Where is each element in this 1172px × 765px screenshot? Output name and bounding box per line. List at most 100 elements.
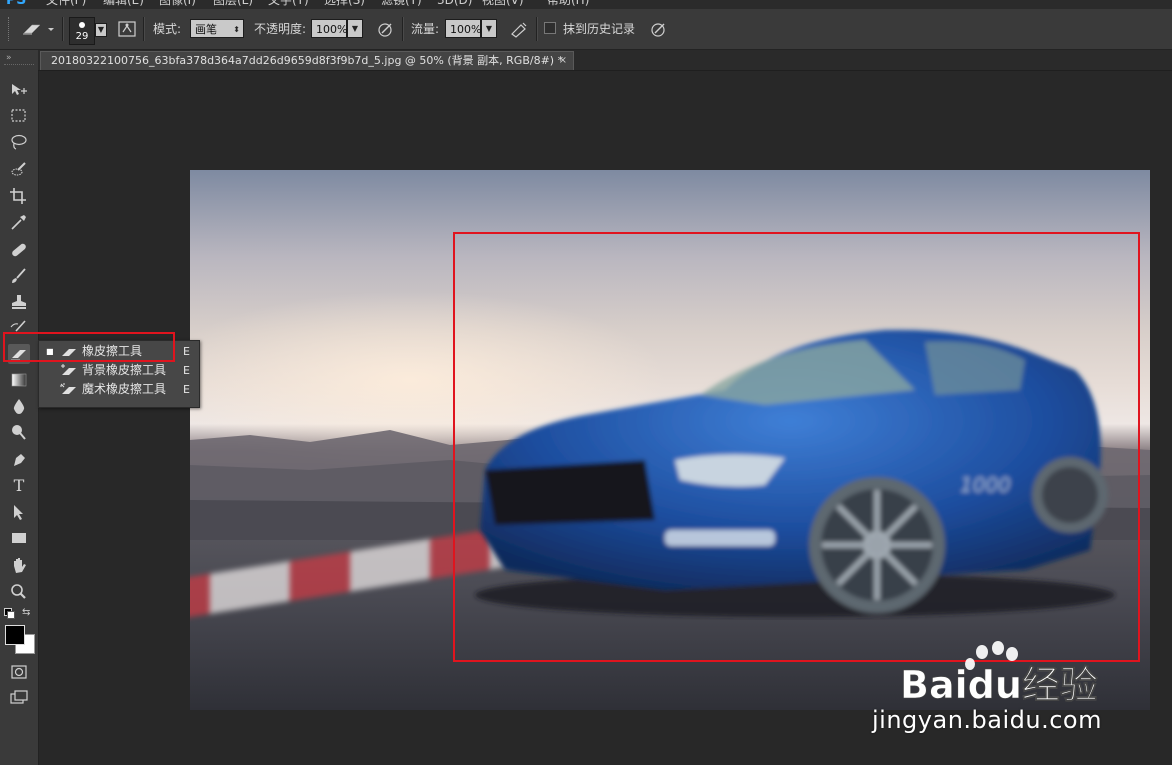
tools-panel: » T ⇆: [0, 50, 39, 765]
magic-eraser-icon: [60, 383, 76, 394]
foreground-color-swatch[interactable]: [5, 625, 25, 645]
lasso-icon: [11, 134, 27, 150]
updown-arrow-icon: ⬍: [233, 25, 240, 34]
zoom-tool[interactable]: [8, 582, 30, 602]
watermark-url: jingyan.baidu.com: [872, 706, 1102, 734]
marquee-tool[interactable]: [8, 106, 30, 126]
brush-panel-icon: [118, 21, 136, 37]
arrow-cursor-icon: [14, 505, 23, 520]
dodge-icon: [12, 425, 26, 440]
brush-panel-toggle[interactable]: [117, 20, 137, 38]
menu-bar: PS 文件(F) 编辑(E) 图像(I) 图层(L) 文字(Y) 选择(S) 滤…: [0, 0, 1172, 9]
marquee-icon: [11, 109, 26, 122]
bandage-icon: [12, 243, 26, 257]
pen-icon: [14, 454, 25, 466]
chevron-down-icon: ▼: [485, 24, 493, 33]
document-canvas-image[interactable]: 1000: [190, 170, 1150, 710]
swap-colors-icon[interactable]: ⇆: [22, 607, 30, 618]
quick-mask-button[interactable]: [8, 662, 30, 682]
watermark-logo-text: Baidu经验: [900, 663, 1098, 707]
brush-preset-picker[interactable]: 29: [69, 17, 95, 45]
tool-preset-picker[interactable]: [20, 20, 60, 38]
hand-tool[interactable]: [8, 556, 30, 576]
crop-icon: [10, 188, 26, 204]
move-icon: [12, 84, 27, 95]
drop-icon: [13, 399, 25, 414]
pressure-size-icon[interactable]: [648, 20, 668, 38]
history-brush-tool[interactable]: [8, 318, 30, 338]
crop-tool[interactable]: [8, 186, 30, 206]
opacity-dropdown-button[interactable]: ▼: [347, 19, 363, 38]
opacity-input[interactable]: 100%: [311, 19, 347, 38]
screen-mode-button[interactable]: [8, 688, 30, 708]
flow-input[interactable]: 100%: [445, 19, 481, 38]
baidu-watermark-logo: Baidu经验: [900, 641, 1098, 707]
app-logo: PS: [6, 0, 27, 8]
menu-help[interactable]: 帮助(H): [547, 0, 589, 9]
gradient-tool[interactable]: [8, 370, 30, 390]
menu-image[interactable]: 图像(I): [159, 0, 196, 9]
mode-value: 画笔: [195, 23, 217, 36]
flow-dropdown-button[interactable]: ▼: [481, 19, 497, 38]
healing-brush-tool[interactable]: [8, 240, 30, 260]
chevron-down-icon: ▼: [97, 25, 105, 34]
menu-select[interactable]: 选择(S): [324, 0, 365, 9]
menu-type[interactable]: 文字(Y): [268, 0, 309, 9]
menu-view[interactable]: 视图(V): [482, 0, 524, 9]
eraser-tool[interactable]: [8, 344, 30, 364]
options-bar: 29 ▼ 模式: 画笔 ⬍ 不透明度: 100% ▼ 流量: 100% ▼ 抹到…: [0, 9, 1172, 50]
brush-tool[interactable]: [8, 266, 30, 286]
opacity-label: 不透明度:: [254, 22, 307, 36]
mode-label: 模式:: [153, 22, 182, 36]
hand-icon: [14, 558, 26, 573]
eraser-icon: [62, 349, 76, 356]
document-tab[interactable]: 20180322100756_63bfa378d364a7dd26d9659d8…: [40, 51, 574, 70]
blur-tool[interactable]: [8, 396, 30, 416]
type-icon: T: [13, 476, 25, 495]
menu-filter[interactable]: 滤镜(T): [381, 0, 422, 9]
menu-edit[interactable]: 编辑(E): [103, 0, 144, 9]
flyout-item-background-eraser[interactable]: 背景橡皮擦工具 E: [39, 361, 199, 380]
eraser-icon: [11, 350, 26, 361]
stamp-tool[interactable]: [8, 292, 30, 312]
flyout-item-eraser[interactable]: ■ 橡皮擦工具 E: [39, 342, 199, 361]
dodge-tool[interactable]: [8, 422, 30, 442]
brush-icon: [12, 268, 26, 283]
blue-car-graphic: 1000: [475, 329, 1115, 617]
move-tool[interactable]: [8, 80, 30, 100]
type-tool[interactable]: T: [8, 476, 30, 496]
default-colors-button[interactable]: [4, 608, 15, 619]
menu-layer[interactable]: 图层(L): [213, 0, 253, 9]
magnifier-icon: [11, 584, 26, 599]
flyout-item-label: 橡皮擦工具: [82, 344, 143, 358]
menu-file[interactable]: 文件(F): [46, 0, 86, 9]
airbrush-icon[interactable]: [509, 20, 529, 38]
quick-mask-icon: [11, 665, 27, 679]
options-grip[interactable]: [8, 17, 12, 41]
eraser-icon: [23, 24, 54, 35]
brush-dropdown-button[interactable]: ▼: [95, 23, 107, 37]
flyout-item-magic-eraser[interactable]: 魔术橡皮擦工具 E: [39, 380, 199, 399]
background-eraser-icon: [61, 364, 76, 375]
brush-size: 29: [75, 31, 89, 42]
quick-select-icon: [11, 162, 26, 176]
close-icon[interactable]: ×: [559, 52, 567, 70]
flyout-item-label: 魔术橡皮擦工具: [82, 382, 167, 396]
pressure-opacity-icon[interactable]: [375, 20, 395, 38]
erase-history-label: 抹到历史记录: [563, 22, 636, 36]
menu-3d[interactable]: 3D(D): [437, 0, 472, 9]
stamp-icon: [12, 295, 26, 309]
brush-tip-icon: [79, 22, 85, 28]
mode-select[interactable]: 画笔 ⬍: [190, 19, 244, 38]
gradient-icon: [11, 373, 27, 387]
eyedropper-tool[interactable]: [8, 212, 30, 232]
flyout-item-label: 背景橡皮擦工具: [82, 363, 167, 377]
path-select-tool[interactable]: [8, 502, 30, 522]
shape-tool[interactable]: [8, 528, 30, 548]
quick-select-tool[interactable]: [8, 160, 30, 180]
pen-tool[interactable]: [8, 450, 30, 470]
flow-label: 流量:: [411, 22, 440, 36]
erase-history-checkbox[interactable]: [544, 22, 556, 34]
lasso-tool[interactable]: [8, 132, 30, 152]
panel-collapse-icon[interactable]: »: [6, 53, 11, 63]
